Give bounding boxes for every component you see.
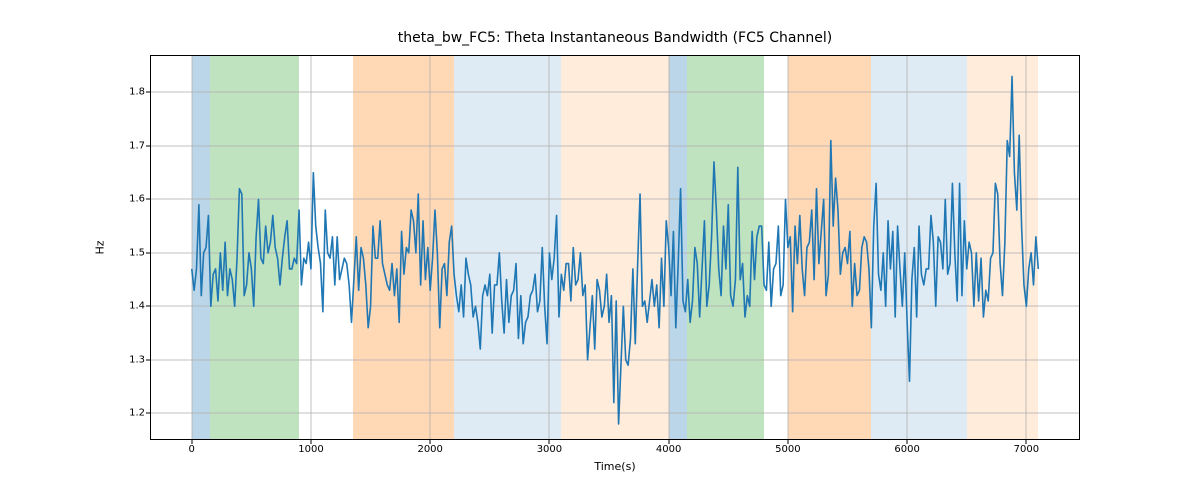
xtick-label: 2000 [417, 444, 442, 455]
xtick-label: 4000 [656, 444, 681, 455]
ytick-label: 1.6 [129, 194, 145, 205]
ytick-label: 1.4 [129, 301, 145, 312]
line-series [150, 55, 1080, 440]
ytick-label: 1.8 [129, 87, 145, 98]
xtick-label: 7000 [1014, 444, 1039, 455]
ytick-label: 1.2 [129, 408, 145, 419]
xtick-label: 6000 [894, 444, 919, 455]
xtick-label: 3000 [537, 444, 562, 455]
ytick-label: 1.7 [129, 140, 145, 151]
xtick-label: 0 [189, 444, 195, 455]
ytick-label: 1.5 [129, 247, 145, 258]
plot-area [150, 55, 1080, 440]
xtick-label: 1000 [298, 444, 323, 455]
y-axis-label: Hz [90, 55, 110, 440]
chart-title: theta_bw_FC5: Theta Instantaneous Bandwi… [150, 30, 1080, 46]
x-axis-label: Time(s) [150, 460, 1080, 473]
ytick-label: 1.3 [129, 354, 145, 365]
chart-figure: theta_bw_FC5: Theta Instantaneous Bandwi… [0, 0, 1200, 500]
xtick-label: 5000 [775, 444, 800, 455]
